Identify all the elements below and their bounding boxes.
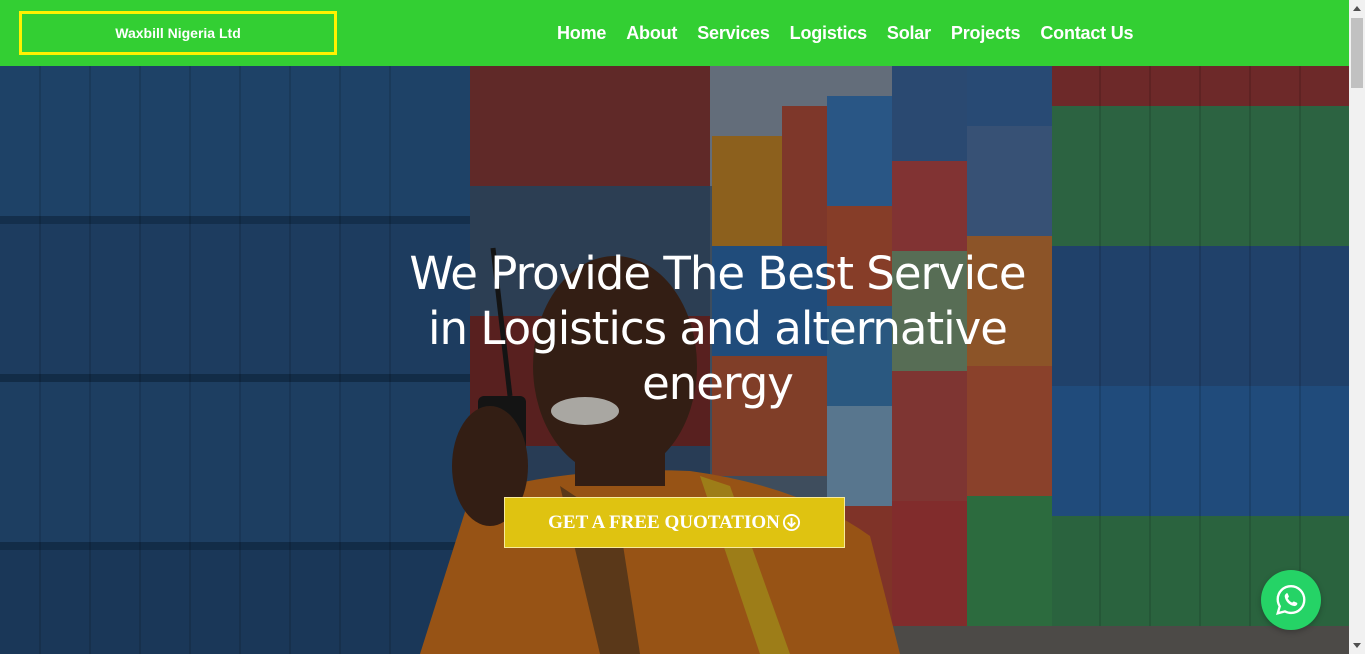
- nav-item-about[interactable]: About: [616, 23, 687, 44]
- nav-item-home[interactable]: Home: [547, 23, 616, 44]
- arrow-circle-down-icon: [782, 513, 800, 532]
- whatsapp-chat-button[interactable]: [1261, 570, 1321, 630]
- nav-item-logistics[interactable]: Logistics: [780, 23, 877, 44]
- cta-label: GET A FREE QUOTATION: [548, 511, 780, 533]
- scroll-down-arrow-icon[interactable]: [1349, 638, 1365, 654]
- hero-headline: We Provide The Best Service in Logistics…: [409, 247, 1026, 410]
- nav-item-projects[interactable]: Projects: [941, 23, 1030, 44]
- page-scrollbar[interactable]: [1349, 0, 1365, 654]
- top-navbar: Waxbill Nigeria Ltd Home About Services …: [0, 0, 1349, 66]
- hero-section: We Provide The Best Service in Logistics…: [0, 66, 1349, 654]
- nav-item-services[interactable]: Services: [687, 23, 779, 44]
- nav-item-solar[interactable]: Solar: [877, 23, 941, 44]
- brand-name: Waxbill Nigeria Ltd: [115, 25, 241, 41]
- main-menu: Home About Services Logistics Solar Proj…: [547, 0, 1143, 66]
- scrollbar-thumb[interactable]: [1351, 18, 1363, 88]
- scroll-up-arrow-icon[interactable]: [1349, 0, 1365, 16]
- whatsapp-icon: [1276, 585, 1306, 615]
- nav-item-contact-us[interactable]: Contact Us: [1030, 23, 1143, 44]
- get-free-quotation-button[interactable]: GET A FREE QUOTATION: [504, 497, 845, 548]
- brand-logo-link[interactable]: Waxbill Nigeria Ltd: [19, 11, 337, 55]
